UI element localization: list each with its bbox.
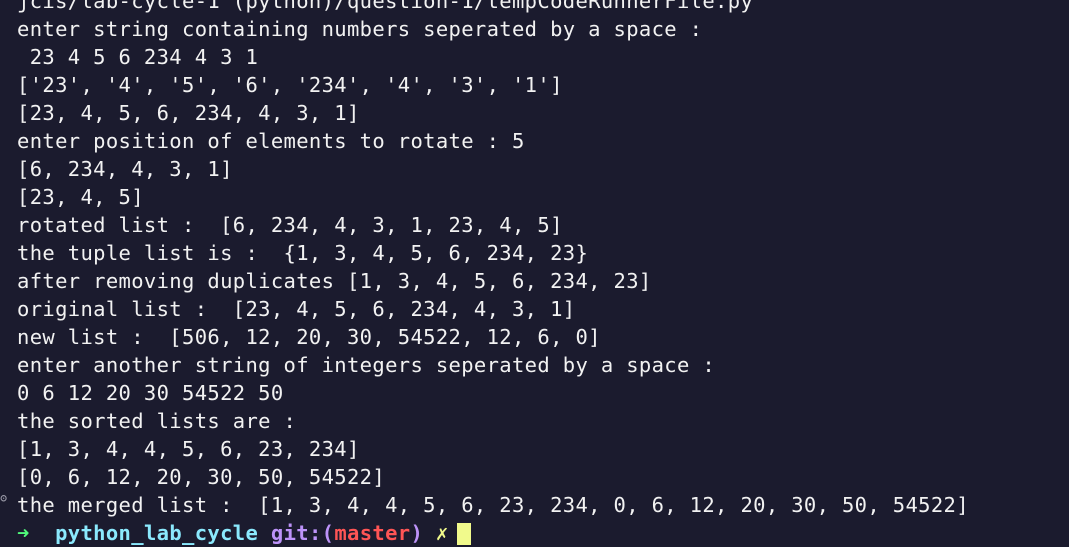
output-line-sorted-header: the sorted lists are : bbox=[17, 409, 297, 433]
output-line-merged-list: the merged list : [1, 3, 4, 4, 5, 6, 23,… bbox=[17, 493, 969, 517]
output-line-new-list: new list : [506, 12, 20, 30, 54522, 12, … bbox=[17, 325, 601, 349]
output-line-input-prompt: enter string containing numbers seperate… bbox=[17, 17, 703, 41]
output-line-slice-head: [23, 4, 5] bbox=[17, 185, 144, 209]
prompt-arrow-icon: ➜ bbox=[17, 521, 30, 545]
output-line-int-list: [23, 4, 5, 6, 234, 4, 3, 1] bbox=[17, 101, 360, 125]
left-edge-marker-icon: ʘ bbox=[0, 491, 8, 505]
output-line-string-list: ['23', '4', '5', '6', '234', '4', '3', '… bbox=[17, 73, 563, 97]
prompt-dirty-icon: ✗ bbox=[435, 521, 449, 545]
output-line-second-input-prompt: enter another string of integers seperat… bbox=[17, 353, 716, 377]
output-line-original-list: original list : [23, 4, 5, 6, 234, 4, 3,… bbox=[17, 297, 576, 321]
terminal-output[interactable]: jcis/lab-cycle-1 (python)/question-1/tem… bbox=[0, 0, 1069, 547]
output-line-tuple-list: the tuple list is : {1, 3, 4, 5, 6, 234,… bbox=[17, 241, 589, 265]
prompt-git-close: ) bbox=[410, 521, 424, 545]
output-line-sorted-first: [1, 3, 4, 4, 5, 6, 23, 234] bbox=[17, 437, 360, 461]
output-line-second-user-input: 0 6 12 20 30 54522 50 bbox=[17, 381, 284, 405]
shell-prompt[interactable]: ➜ python_lab_cycle git:(master) ✗ bbox=[0, 519, 1069, 547]
output-line-slice-tail: [6, 234, 4, 3, 1] bbox=[17, 157, 233, 181]
output-line-rotated-list: rotated list : [6, 234, 4, 3, 1, 23, 4, … bbox=[17, 213, 563, 237]
output-line-user-input: 23 4 5 6 234 4 3 1 bbox=[17, 45, 259, 69]
output-line-rotate-prompt: enter position of elements to rotate : 5 bbox=[17, 129, 525, 153]
prompt-git-branch: master bbox=[334, 521, 411, 545]
prompt-directory: python_lab_cycle bbox=[55, 521, 259, 545]
terminal-cursor[interactable] bbox=[456, 523, 471, 545]
output-line-sorted-second: [0, 6, 12, 20, 30, 50, 54522] bbox=[17, 465, 386, 489]
prompt-git-label: git:( bbox=[270, 521, 335, 545]
output-line-deduplicated: after removing duplicates [1, 3, 4, 5, 6… bbox=[17, 269, 652, 293]
output-line-run-command: jcis/lab-cycle-1 (python)/question-1/tem… bbox=[17, 0, 754, 13]
